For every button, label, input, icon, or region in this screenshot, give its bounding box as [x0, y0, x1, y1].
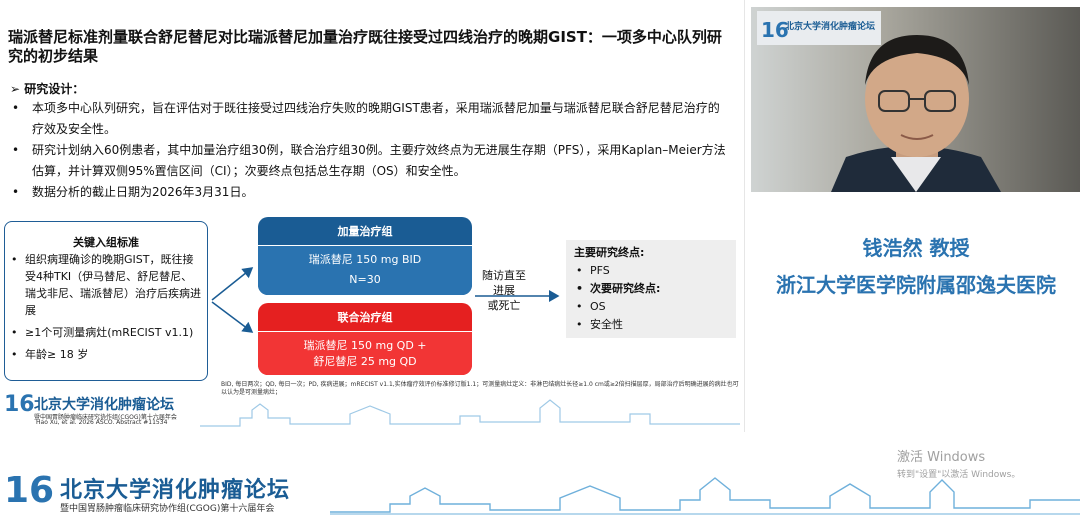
logo-name: 北京大学消化肿瘤论坛	[34, 397, 174, 413]
abbreviation-footnote: BID, 每日两次；QD, 每日一次；PD, 疾病进展；mRECIST v1.1…	[221, 381, 739, 396]
banner-skyline	[330, 477, 1080, 515]
bullet-dot: •	[576, 282, 584, 295]
banner-subtitle: 暨中国胃肠肿瘤临床研究协作组(CGOG)第十六届年会	[60, 504, 275, 514]
speaker-video-feed: 16 北京大学消化肿瘤论坛	[751, 7, 1080, 192]
follow-up-note: 随访直至进展 或死亡	[478, 268, 530, 313]
arm2-body: 瑞派替尼 150 mg QD + 舒尼替尼 25 mg QD	[258, 332, 472, 375]
secondary-endpoint-label: • 次要研究终点:	[574, 280, 728, 298]
arm2-title: 联合治疗组	[337, 311, 393, 324]
endpoint-item: • PFS	[574, 262, 728, 280]
speaker-info: 钱浩然 教授 浙江大学医学院附属邵逸夫医院	[752, 232, 1080, 300]
endpoint-text: 安全性	[590, 318, 623, 331]
follow-up-line1: 随访直至进展	[482, 269, 526, 297]
citation: Hao Xu, et al. 2026 ASCO. Abstract #1153…	[36, 419, 168, 426]
forum-logo-small: 16 北京大学消化肿瘤论坛 暨中国胃肠肿瘤临床研究协作组(CGOG)第十六届年会	[4, 392, 177, 421]
bullet-dot: •	[576, 318, 583, 331]
endpoint-text: PFS	[590, 264, 610, 277]
endpoint-item: • 安全性	[574, 316, 728, 334]
arm1-regimen: 瑞派替尼 150 mg BID	[308, 253, 422, 266]
endpoint-item: • OS	[574, 298, 728, 316]
banner-number: 16	[4, 470, 55, 511]
endpoint-label-text: 次要研究终点:	[590, 282, 661, 295]
skyline-decoration	[200, 399, 740, 427]
arm2-regimen-line1: 瑞派替尼 150 mg QD +	[303, 339, 427, 352]
bullet-dot: •	[576, 300, 583, 313]
speaker-affiliation: 浙江大学医学院附属邵逸夫医院	[776, 273, 1056, 297]
endpoints-box: 主要研究终点: • PFS • 次要研究终点: • OS • 安全性	[566, 240, 736, 338]
logo-number: 16	[4, 392, 35, 417]
bullet-dot: •	[576, 264, 583, 277]
arrow-to-arm2	[211, 301, 254, 333]
forum-banner: 16 北京大学消化肿瘤论坛 暨中国胃肠肿瘤临床研究协作组(CGOG)第十六届年会	[0, 470, 1080, 515]
primary-endpoint-label: 主要研究终点:	[574, 246, 645, 259]
arrow-to-arm1	[211, 267, 254, 301]
arm1-title: 加量治疗组	[337, 225, 393, 238]
shared-slide: 瑞派替尼标准剂量联合舒尼替尼对比瑞派替尼加量治疗既往接受过四线治疗的晚期GIST…	[0, 0, 745, 432]
watermark-line1: 激活 Windows	[897, 450, 986, 465]
webcam-backdrop-title: 北京大学消化肿瘤论坛	[785, 20, 875, 32]
arm1-n: N=30	[349, 273, 381, 286]
arm2-regimen-line2: 舒尼替尼 25 mg QD	[313, 355, 417, 368]
speaker-name: 钱浩然 教授	[862, 236, 970, 260]
arm-dose-escalation: 加量治疗组 瑞派替尼 150 mg BID N=30	[258, 217, 472, 295]
speaker-video-image: 16 北京大学消化肿瘤论坛	[751, 7, 1080, 192]
endpoint-text: OS	[590, 300, 606, 313]
follow-up-line2: 或死亡	[487, 299, 521, 312]
banner-name: 北京大学消化肿瘤论坛	[60, 478, 291, 503]
arm-combination: 联合治疗组 瑞派替尼 150 mg QD + 舒尼替尼 25 mg QD	[258, 303, 472, 375]
arm1-body: 瑞派替尼 150 mg BID N=30	[258, 246, 472, 295]
